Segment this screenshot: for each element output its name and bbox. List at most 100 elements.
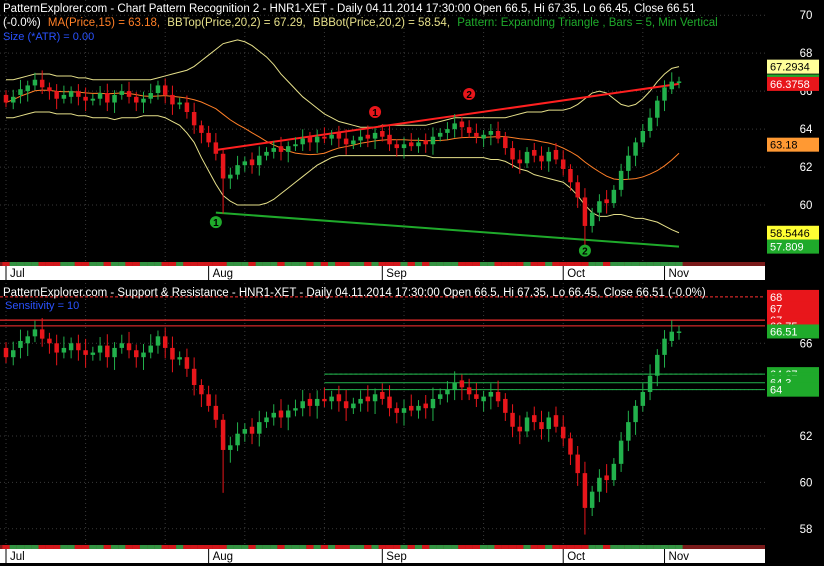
- x-axis-strip-cell: [299, 262, 307, 266]
- candle-body: [676, 81, 682, 83]
- candle-body: [18, 89, 23, 95]
- candle-body: [47, 87, 52, 92]
- x-axis-strip-cell: [241, 262, 249, 266]
- x-axis-label: Sep: [386, 268, 406, 280]
- candle-body: [3, 347, 9, 358]
- x-axis-strip-cell: [675, 545, 683, 549]
- x-axis-strip-cell: [385, 262, 394, 266]
- x-axis-strip-cell: [494, 262, 502, 266]
- candle-body: [495, 131, 501, 139]
- bottom-sensitivity: Sensitivity = 10: [5, 300, 79, 312]
- candle-body: [61, 94, 67, 99]
- candle-body: [358, 398, 363, 404]
- x-axis-strip-cell: [472, 545, 480, 549]
- candle-body: [126, 343, 132, 351]
- x-axis-strip-cell: [328, 545, 336, 549]
- x-axis-strip-cell: [154, 262, 162, 266]
- candle-body: [387, 134, 392, 145]
- candle-body: [264, 151, 269, 156]
- x-axis-strip-cell: [89, 545, 97, 549]
- candle-body: [242, 429, 248, 434]
- x-axis-strip-cell: [458, 262, 466, 266]
- y-tick-label: 58: [800, 524, 813, 536]
- y-tick-label: 62: [800, 162, 813, 174]
- x-axis-strip-cell: [349, 262, 357, 266]
- x-axis-strip-cell: [110, 262, 119, 266]
- x-axis-strip-cell: [537, 262, 546, 266]
- candle-body: [220, 419, 226, 450]
- y-tick-label: 70: [800, 10, 813, 22]
- x-axis-strip-cell: [451, 545, 459, 549]
- candle-body: [97, 345, 103, 353]
- x-axis-strip-cell: [168, 545, 177, 549]
- x-axis-strip-cell: [342, 545, 350, 549]
- x-axis-strip-cell: [226, 545, 234, 549]
- price-tag-text: 66.51: [770, 326, 798, 338]
- x-axis-strip-cell: [154, 545, 162, 549]
- candle-body: [141, 98, 146, 103]
- x-axis-strip-cell: [277, 262, 285, 266]
- candle-body: [206, 132, 211, 143]
- x-axis-strip-cell: [407, 262, 415, 266]
- top-bbbot-label: BBBot(Price,20,2) = 58.54,: [313, 17, 450, 29]
- candle-body: [32, 329, 38, 337]
- y-tick-label: 64: [800, 124, 813, 136]
- x-axis-strip-cell: [588, 262, 596, 266]
- x-axis-strip-cell: [205, 262, 213, 266]
- candle-body: [626, 422, 631, 441]
- candle-body: [18, 340, 23, 348]
- x-axis-strip-cell: [139, 545, 148, 549]
- candle-body: [597, 477, 602, 492]
- x-axis-strip-cell: [125, 262, 133, 266]
- top-bbtop-label: BBTop(Price,20,2) = 67.29,: [167, 17, 305, 29]
- price-tag-text: 64: [770, 385, 782, 397]
- x-axis-strip-cell: [139, 262, 148, 266]
- x-axis-strip-cell: [313, 262, 321, 266]
- x-axis-strip-cell: [364, 545, 372, 549]
- x-axis-strip-cell: [291, 262, 300, 266]
- x-axis-strip-cell: [501, 262, 509, 266]
- x-axis-strip-cell: [284, 545, 292, 549]
- x-axis-strip-cell: [226, 262, 234, 266]
- x-axis-strip-cell: [523, 262, 531, 266]
- x-axis-label: Nov: [669, 268, 690, 280]
- x-axis-strip-cell: [545, 545, 553, 549]
- candle-body: [300, 138, 305, 145]
- top-axis-bg: [765, 0, 824, 264]
- candle-body: [162, 336, 168, 348]
- candle-body: [278, 410, 284, 418]
- candle-body: [336, 394, 342, 402]
- x-axis-strip-cell: [38, 262, 46, 266]
- x-axis-strip-cell: [248, 262, 256, 266]
- x-axis-strip-cell: [183, 262, 191, 266]
- candle-body: [372, 132, 378, 139]
- candle-body: [119, 343, 125, 348]
- x-axis-strip-cell: [378, 262, 386, 266]
- x-axis-strip-cell: [103, 262, 111, 266]
- x-axis-strip-cell: [291, 545, 300, 549]
- x-axis-strip-cell: [624, 262, 632, 266]
- candle-body: [532, 415, 537, 423]
- y-tick-label: 66: [800, 338, 813, 350]
- x-axis-strip-cell: [574, 545, 582, 549]
- x-axis-strip-cell: [364, 262, 372, 266]
- x-axis-label: Nov: [669, 551, 690, 563]
- candle-body: [170, 94, 175, 105]
- x-axis-strip-cell: [60, 262, 68, 266]
- candle-body: [112, 347, 117, 358]
- x-axis-strip-cell: [2, 545, 10, 549]
- x-axis-strip-cell: [639, 262, 647, 266]
- x-axis-strip-cell: [212, 262, 220, 266]
- candle-body: [278, 146, 284, 152]
- candle-body: [423, 403, 428, 409]
- candle-body: [54, 343, 59, 353]
- candle-body: [220, 153, 226, 179]
- top-pattern-label: Pattern: Expanding Triangle , Bars = 5, …: [457, 17, 718, 29]
- x-axis-strip-cell: [660, 545, 669, 549]
- x-axis-strip-cell: [89, 262, 97, 266]
- x-axis-strip-cell: [96, 262, 104, 266]
- x-axis-strip-cell: [523, 545, 531, 549]
- x-axis-strip-cell: [53, 262, 61, 266]
- x-axis-strip-cell: [320, 262, 329, 266]
- candle-body: [640, 131, 646, 143]
